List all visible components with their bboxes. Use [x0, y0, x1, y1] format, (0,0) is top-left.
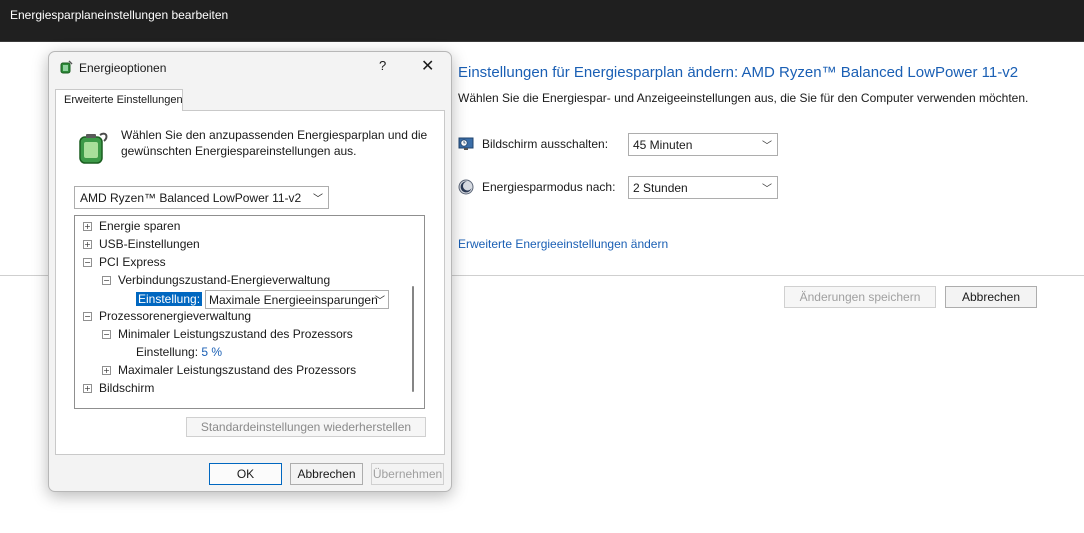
- sleep-label: Energiesparmodus nach:: [482, 180, 616, 194]
- settings-tree[interactable]: + Energie sparen + USB-Einstellungen − P…: [74, 215, 425, 409]
- chevron-down-icon: ﹀: [762, 184, 772, 195]
- tree-item-energy-saving[interactable]: + Energie sparen: [83, 217, 180, 235]
- plan-select[interactable]: AMD Ryzen™ Balanced LowPower 11-v2 ﹀: [74, 186, 329, 209]
- tab-advanced-settings[interactable]: Erweiterte Einstellungen: [55, 89, 183, 111]
- tree-item-label: Maximaler Leistungszustand des Prozessor…: [118, 363, 357, 377]
- collapse-icon[interactable]: −: [83, 257, 92, 267]
- cancel-button[interactable]: Abbrechen: [945, 286, 1037, 308]
- tree-item-processor[interactable]: − Prozessorenergieverwaltung: [83, 307, 251, 325]
- advanced-settings-link[interactable]: Erweiterte Energieeinstellungen ändern: [458, 237, 668, 251]
- window-titlebar: Energiesparplaneinstellungen bearbeiten: [0, 0, 1084, 30]
- display-off-value: 45 Minuten: [633, 138, 693, 152]
- sleep-value: 2 Stunden: [633, 181, 688, 195]
- tree-item-link-state-setting[interactable]: Einstellung:: [136, 290, 203, 308]
- monitor-clock-icon: [458, 137, 474, 150]
- power-options-dialog: Energieoptionen ? ✕ Erweiterte Einstellu…: [48, 51, 452, 492]
- collapse-icon[interactable]: −: [102, 275, 111, 285]
- save-changes-button[interactable]: Änderungen speichern: [784, 286, 936, 308]
- tree-item-label: Bildschirm: [99, 381, 155, 395]
- tree-item-label: Verbindungszustand-Energieverwaltung: [118, 273, 331, 287]
- link-state-value: Maximale Energieeinsparungen: [209, 293, 378, 307]
- tree-item-max-state[interactable]: + Maximaler Leistungszustand des Prozess…: [102, 361, 356, 379]
- tree-item-label: PCI Express: [99, 255, 166, 269]
- tree-item-label: Energie sparen: [99, 219, 181, 233]
- collapse-icon[interactable]: −: [83, 311, 92, 321]
- setting-label-selected: Einstellung:: [136, 292, 203, 306]
- header-divider: [0, 41, 1084, 42]
- tree-scrollbar-thumb[interactable]: [412, 286, 414, 392]
- expand-icon[interactable]: +: [83, 221, 92, 231]
- advanced-settings-panel: Wählen Sie den anzupassenden Energiespar…: [55, 110, 445, 455]
- collapse-icon[interactable]: −: [102, 329, 111, 339]
- ok-button[interactable]: OK: [209, 463, 282, 485]
- expand-icon[interactable]: +: [102, 365, 111, 375]
- page-description: Wählen Sie die Energiespar- und Anzeigee…: [458, 91, 1029, 105]
- intro-text: Wählen Sie den anzupassenden Energiespar…: [121, 128, 428, 158]
- chevron-down-icon: ﹀: [313, 194, 323, 205]
- expand-icon[interactable]: +: [83, 383, 92, 393]
- close-icon[interactable]: ✕: [421, 56, 434, 76]
- power-options-icon: [60, 60, 73, 74]
- apply-button[interactable]: Übernehmen: [371, 463, 444, 485]
- page-title: Einstellungen für Energiesparplan ändern…: [458, 64, 1019, 81]
- tree-item-usb[interactable]: + USB-Einstellungen: [83, 235, 200, 253]
- tree-item-min-state-setting[interactable]: Einstellung: 5 %: [136, 343, 222, 361]
- dialog-cancel-button[interactable]: Abbrechen: [290, 463, 363, 485]
- tree-item-label: Minimaler Leistungszustand des Prozessor…: [118, 327, 353, 341]
- tree-item-pci-express[interactable]: − PCI Express: [83, 253, 166, 271]
- tree-item-min-state[interactable]: − Minimaler Leistungszustand des Prozess…: [102, 325, 353, 343]
- dialog-title: Energieoptionen: [79, 61, 167, 75]
- restore-defaults-button[interactable]: Standardeinstellungen wiederherstellen: [186, 417, 426, 437]
- sleep-row: Energiesparmodus nach:: [458, 175, 628, 199]
- plan-value: AMD Ryzen™ Balanced LowPower 11-v2: [80, 191, 302, 205]
- tree-item-label: Prozessorenergieverwaltung: [99, 309, 252, 323]
- battery-plug-icon: [79, 132, 108, 164]
- tree-item-display[interactable]: + Bildschirm: [83, 379, 154, 397]
- chevron-down-icon: ﹀: [762, 141, 772, 152]
- display-off-select[interactable]: 45 Minuten ﹀: [628, 133, 778, 156]
- moon-icon: [458, 179, 474, 195]
- help-icon[interactable]: ?: [379, 58, 386, 73]
- setting-label: Einstellung:: [136, 345, 199, 359]
- display-off-row: Bildschirm ausschalten:: [458, 132, 628, 156]
- sleep-select[interactable]: 2 Stunden ﹀: [628, 176, 778, 199]
- expand-icon[interactable]: +: [83, 239, 92, 249]
- window-title: Energiesparplaneinstellungen bearbeiten: [10, 8, 229, 22]
- tree-item-link-state[interactable]: − Verbindungszustand-Energieverwaltung: [102, 271, 330, 289]
- chevron-down-icon: ﹀: [375, 296, 385, 307]
- tree-item-label: USB-Einstellungen: [99, 237, 200, 251]
- min-state-value[interactable]: 5 %: [201, 345, 222, 359]
- display-off-label: Bildschirm ausschalten:: [482, 137, 609, 151]
